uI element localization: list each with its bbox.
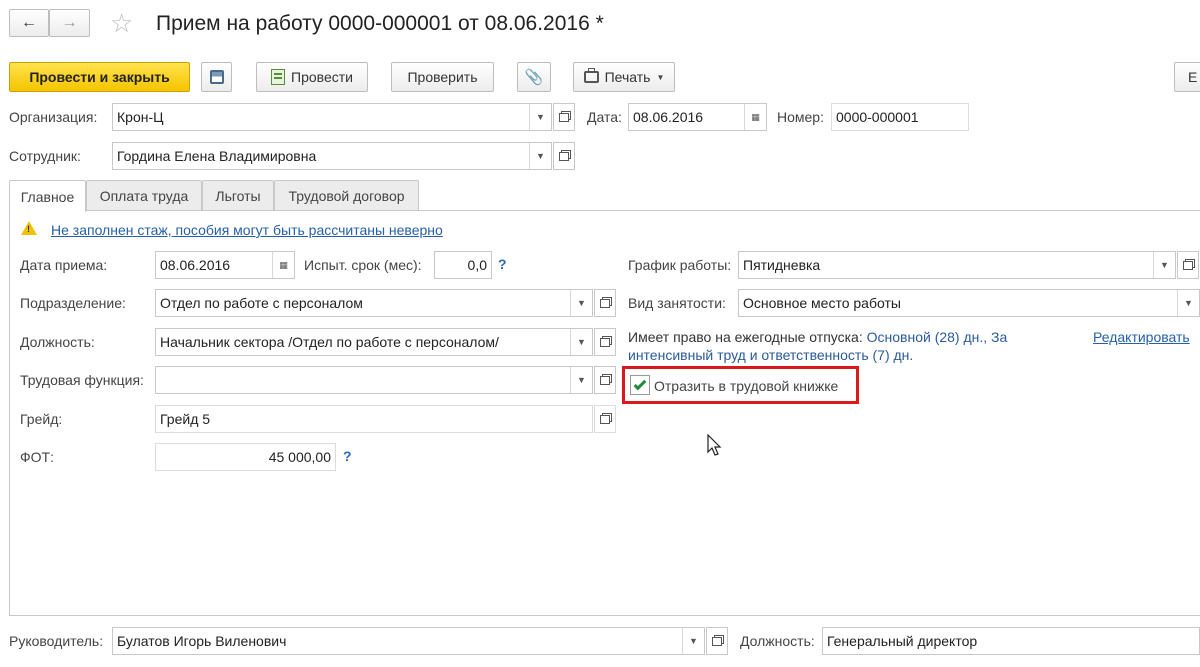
attach-button[interactable]: 📎 [517,62,551,92]
mouse-cursor-icon [707,433,723,461]
probation-help-icon[interactable]: ? [498,256,507,272]
post-and-close-button[interactable]: Провести и закрыть [9,62,190,92]
organization-open-button[interactable] [553,103,575,131]
labor-function-open-button[interactable] [594,366,616,394]
back-button[interactable]: ← [9,9,49,37]
manager-open-button[interactable] [706,627,728,655]
open-window-icon [600,414,610,424]
print-button[interactable]: Печать ▼ [573,62,675,92]
dropdown-arrow-icon[interactable]: ▼ [570,329,592,355]
dropdown-arrow-icon[interactable]: ▼ [570,367,592,393]
position-label: Должность: [20,334,95,350]
arrow-right-icon: → [61,14,78,31]
department-field[interactable]: Отдел по работе с персоналом ▼ [155,289,593,317]
date-label: Дата: [587,109,622,125]
chevron-down-icon: ▼ [656,72,665,82]
warning-link[interactable]: Не заполнен стаж, пособия могут быть рас… [51,222,443,238]
employment-type-label: Вид занятости: [628,295,726,311]
position-field[interactable]: Начальник сектора /Отдел по работе с пер… [155,328,593,356]
arrow-left-icon: ← [21,14,37,31]
probation-field[interactable]: 0,0 [434,251,492,279]
employment-type-field[interactable]: Основное место работы ▼ [738,289,1200,317]
open-window-icon [600,337,610,347]
fot-label: ФОТ: [20,449,54,465]
page-title: Прием на работу 0000-000001 от 08.06.201… [156,12,604,35]
edit-vacations-link[interactable]: Редактировать [1093,329,1190,345]
hire-date-field[interactable]: 08.06.2016 ▦ [155,251,295,279]
date-field[interactable]: 08.06.2016 ▦ [628,103,767,131]
post-button[interactable]: Провести [256,62,368,92]
more-button[interactable]: Е [1174,62,1200,92]
checkmark-icon [633,377,647,390]
dropdown-arrow-icon[interactable]: ▼ [1153,252,1175,278]
fot-field[interactable]: 45 000,00 [155,443,336,471]
open-window-icon [559,112,569,122]
printer-icon [583,68,599,83]
number-field[interactable]: 0000-000001 [831,103,969,131]
check-button[interactable]: Проверить [391,62,494,92]
tab-payment[interactable]: Оплата труда [86,180,202,211]
workbook-checkbox[interactable] [630,375,650,395]
employee-label: Сотрудник: [9,148,81,164]
organization-field[interactable]: Крон-Ц ▼ [112,103,552,131]
calendar-icon[interactable]: ▦ [744,104,766,130]
favorite-star-icon[interactable]: ☆ [110,9,133,37]
grade-field[interactable]: Грейд 5 [155,405,593,433]
manager-position-field[interactable]: Генеральный директор [822,627,1200,655]
number-label: Номер: [777,109,824,125]
dropdown-arrow-icon[interactable]: ▼ [529,143,551,169]
open-window-icon [1183,260,1193,270]
schedule-open-button[interactable] [1177,251,1199,279]
position-open-button[interactable] [594,328,616,356]
department-open-button[interactable] [594,289,616,317]
open-window-icon [600,298,610,308]
labor-function-label: Трудовая функция: [20,372,144,388]
vacation-info: Имеет право на ежегодные отпуска: Основн… [628,329,1008,363]
warning-icon: ! [21,221,37,235]
schedule-label: График работы: [628,257,732,273]
dropdown-arrow-icon[interactable]: ▼ [682,628,704,654]
post-document-icon [271,69,286,85]
grade-open-button[interactable] [594,405,616,433]
schedule-field[interactable]: Пятидневка ▼ [738,251,1176,279]
forward-button[interactable]: → [49,9,90,37]
tab-labor-contract[interactable]: Трудовой договор [274,180,419,211]
manager-label: Руководитель: [9,633,104,649]
fot-help-icon[interactable]: ? [343,448,352,464]
probation-label: Испыт. срок (мес): [304,257,422,273]
floppy-disk-icon [209,70,224,84]
workbook-checkbox-label[interactable]: Отразить в трудовой книжке [654,377,838,395]
paperclip-icon: 📎 [524,69,544,86]
open-window-icon [712,636,722,646]
tab-benefits[interactable]: Льготы [202,180,274,211]
employee-field[interactable]: Гордина Елена Владимировна ▼ [112,142,552,170]
dropdown-arrow-icon[interactable]: ▼ [529,104,551,130]
grade-label: Грейд: [20,411,63,427]
dropdown-arrow-icon[interactable]: ▼ [570,290,592,316]
department-label: Подразделение: [20,295,126,311]
calendar-icon[interactable]: ▦ [272,252,294,278]
employee-open-button[interactable] [553,142,575,170]
organization-label: Организация: [9,109,98,125]
labor-function-field[interactable]: ▼ [155,366,593,394]
hire-date-label: Дата приема: [20,257,108,273]
dropdown-arrow-icon[interactable]: ▼ [1177,290,1199,316]
save-button[interactable] [201,62,232,92]
open-window-icon [559,151,569,161]
open-window-icon [600,375,610,385]
manager-position-label: Должность: [740,633,815,649]
manager-field[interactable]: Булатов Игорь Виленович ▼ [112,627,705,655]
tab-main[interactable]: Главное [9,180,86,212]
